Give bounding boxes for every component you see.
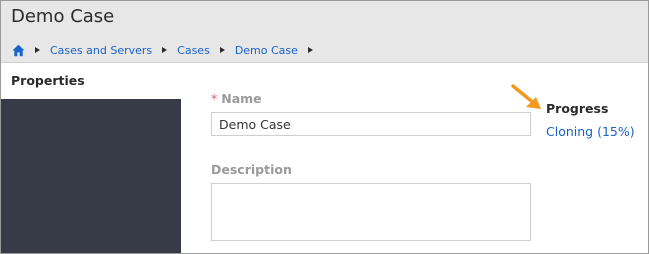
breadcrumb: Cases and Servers Cases Demo Case bbox=[12, 41, 323, 59]
sidebar: Properties bbox=[1, 63, 181, 253]
breadcrumb-item-cases-and-servers[interactable]: Cases and Servers bbox=[50, 44, 152, 57]
breadcrumb-separator-icon bbox=[35, 47, 40, 53]
name-label-text: Name bbox=[221, 91, 262, 106]
sidebar-item-properties[interactable]: Properties bbox=[1, 63, 181, 99]
page-title: Demo Case bbox=[11, 6, 115, 27]
home-icon[interactable] bbox=[12, 44, 25, 57]
breadcrumb-dropdown-icon[interactable] bbox=[307, 47, 313, 53]
breadcrumb-separator-icon bbox=[162, 47, 168, 53]
breadcrumb-item-demo-case[interactable]: Demo Case bbox=[235, 44, 298, 57]
window-frame: Demo Case Cases and Servers Cases Demo C… bbox=[0, 0, 649, 254]
breadcrumb-separator-icon bbox=[219, 47, 225, 53]
page-header: Demo Case Cases and Servers Cases Demo C… bbox=[1, 1, 648, 63]
sidebar-item-label: Properties bbox=[11, 73, 85, 88]
required-marker: * bbox=[211, 91, 218, 106]
progress-status-link[interactable]: Cloning (15%) bbox=[546, 124, 635, 139]
breadcrumb-item-cases[interactable]: Cases bbox=[177, 44, 210, 57]
description-field[interactable] bbox=[211, 183, 531, 241]
progress-label: Progress bbox=[546, 101, 609, 116]
name-field[interactable] bbox=[211, 112, 531, 136]
arrow-icon bbox=[511, 84, 541, 109]
name-field-label: * Name bbox=[211, 91, 262, 106]
description-field-label: Description bbox=[211, 162, 292, 177]
